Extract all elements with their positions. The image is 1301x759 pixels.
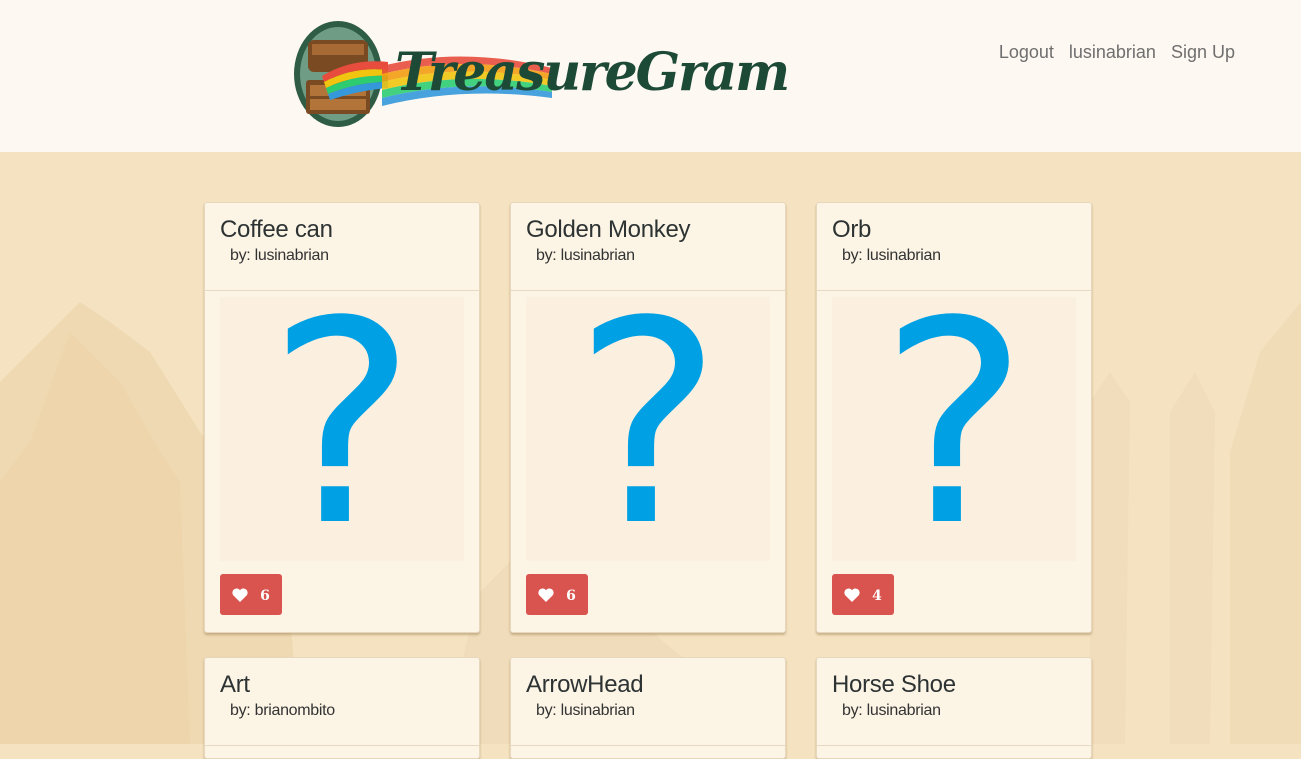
question-mark-icon: ? xyxy=(573,262,723,588)
card-title: Orb xyxy=(832,216,872,243)
like-count: 6 xyxy=(260,588,270,604)
card-header: ArrowHead by: lusinabrian xyxy=(511,670,785,746)
treasure-image[interactable]: ? xyxy=(832,285,1076,565)
question-mark-icon: ? xyxy=(267,262,417,588)
treasure-card[interactable]: Coffee can by: lusinabrian ? 6 xyxy=(204,202,480,633)
card-author: by: brianombito xyxy=(230,702,335,719)
question-mark-icon: ? xyxy=(879,262,1029,588)
treasure-card[interactable]: Golden Monkey by: lusinabrian ? 6 xyxy=(510,202,786,633)
card-author: by: lusinabrian xyxy=(536,702,635,719)
heart-icon xyxy=(538,587,554,602)
site-header: TreasureGram Logout lusinabrian Sign Up xyxy=(0,0,1301,152)
card-author: by: lusinabrian xyxy=(842,702,941,719)
logout-link[interactable]: Logout xyxy=(999,40,1054,64)
treasure-chest-icon xyxy=(294,21,388,127)
heart-icon xyxy=(844,587,860,602)
username-link[interactable]: lusinabrian xyxy=(1069,40,1156,64)
like-button[interactable]: 4 xyxy=(832,574,894,615)
card-title: Coffee can xyxy=(220,216,333,243)
card-header: Horse Shoe by: lusinabrian xyxy=(817,670,1091,746)
card-header: Art by: brianombito xyxy=(205,670,479,746)
top-nav: Logout lusinabrian Sign Up xyxy=(999,40,1235,64)
treasure-image[interactable]: ? xyxy=(220,285,464,565)
like-button[interactable]: 6 xyxy=(220,574,282,615)
like-count: 4 xyxy=(872,588,882,604)
card-title: Golden Monkey xyxy=(526,216,691,243)
signup-link[interactable]: Sign Up xyxy=(1171,40,1235,64)
brand-name: TreasureGram xyxy=(395,42,790,103)
like-button[interactable]: 6 xyxy=(526,574,588,615)
card-title: Art xyxy=(220,671,250,698)
card-title: ArrowHead xyxy=(526,671,644,698)
heart-icon xyxy=(232,587,248,602)
brand-logo-link[interactable]: TreasureGram xyxy=(292,18,790,130)
treasure-image[interactable]: ? xyxy=(526,285,770,565)
like-count: 6 xyxy=(566,588,576,604)
card-title: Horse Shoe xyxy=(832,671,956,698)
treasure-card[interactable]: Orb by: lusinabrian ? 4 xyxy=(816,202,1092,633)
